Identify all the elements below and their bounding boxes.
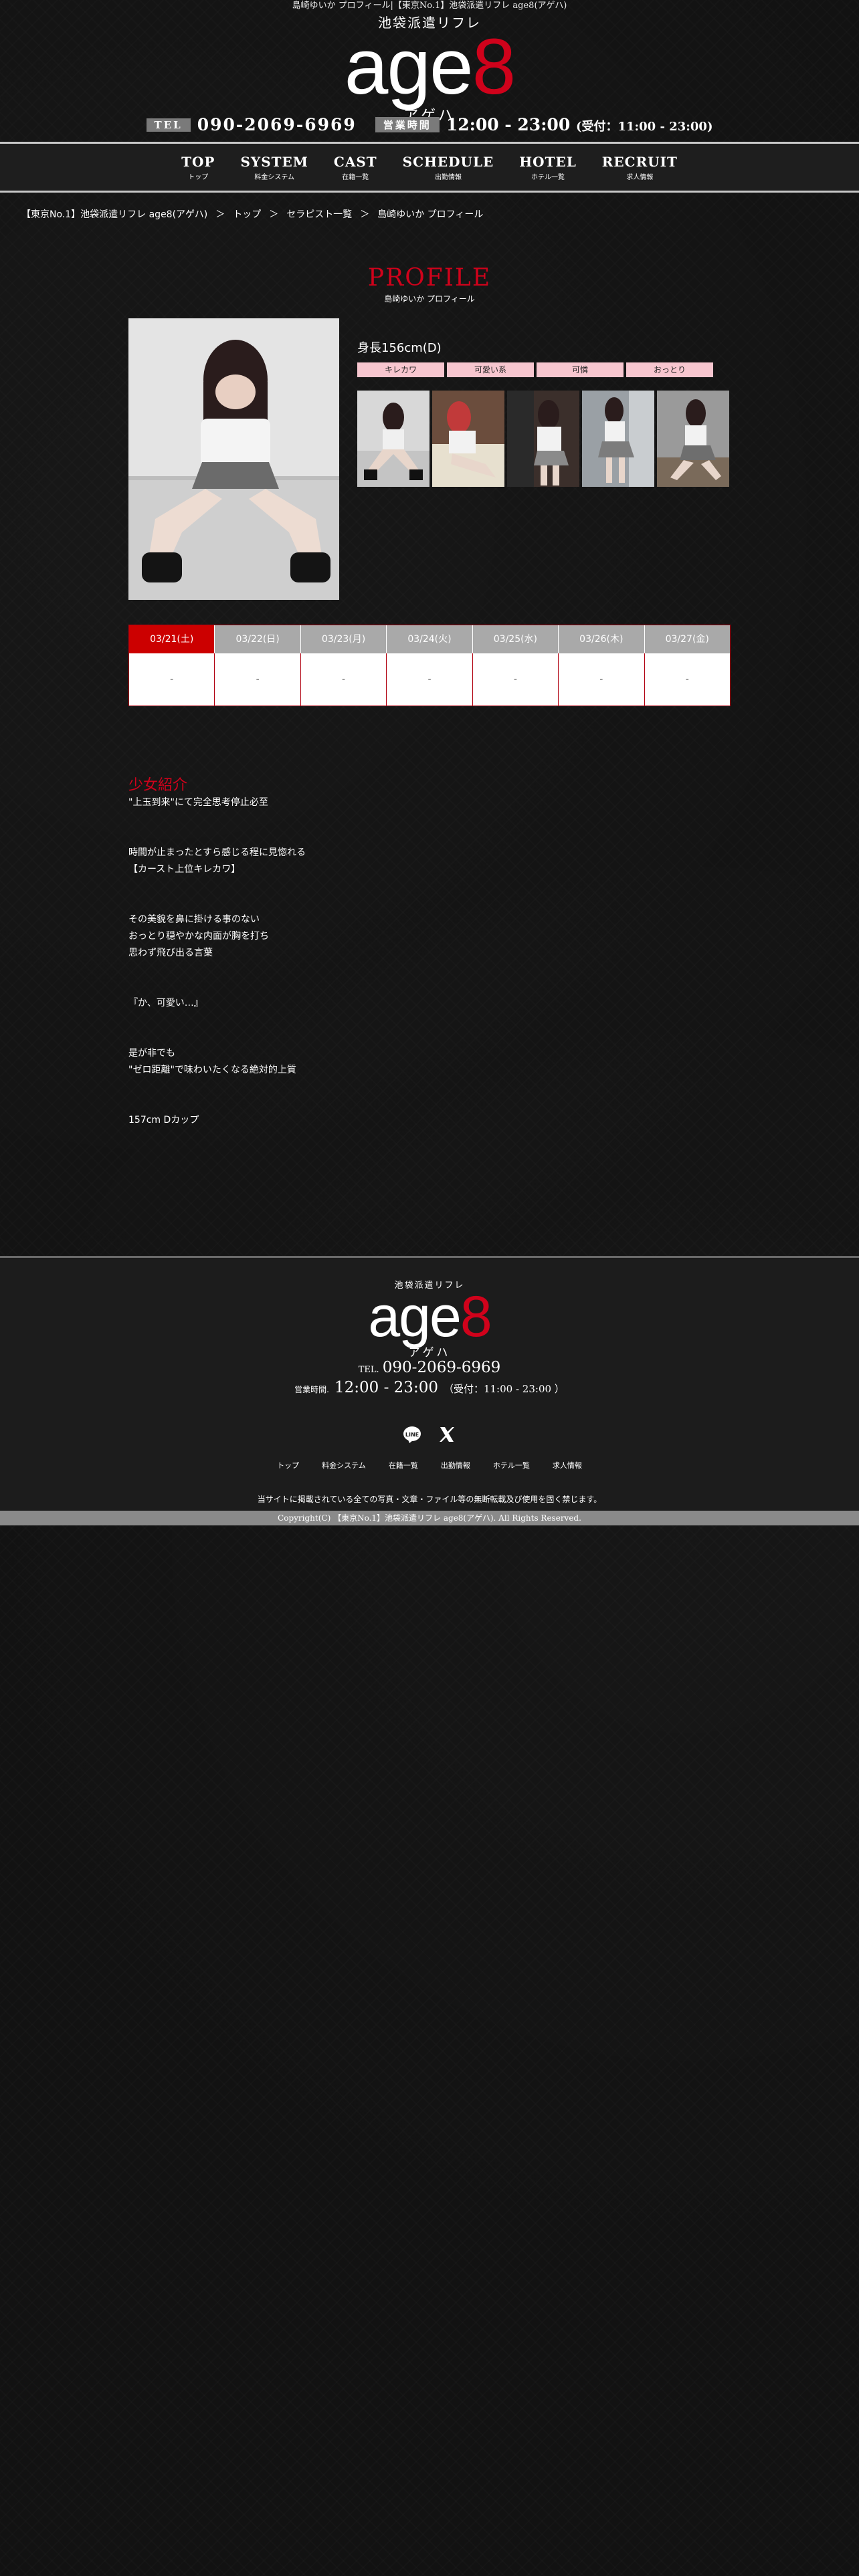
schedule-date: 03/27(金): [644, 625, 730, 653]
footer-logo[interactable]: 池袋派遣リフレ age8 アゲハ: [0, 1278, 859, 1360]
breadcrumb: 【東京No.1】池袋派遣リフレ age8(アゲハ) ＞ トップ ＞ セラピスト一覧 ＞ 島崎…: [21, 207, 483, 221]
logo-wordmark: age8: [344, 23, 516, 111]
breadcrumb-separator: ＞: [360, 209, 370, 220]
schedule-cell: -: [387, 653, 473, 706]
svg-text:LINE: LINE: [405, 1432, 419, 1438]
footer-link-recruit[interactable]: 求人情報: [553, 1460, 582, 1471]
thumbnail-1[interactable]: [357, 391, 430, 487]
site-logo[interactable]: 池袋派遣リフレ age8 アゲハ: [0, 12, 859, 125]
footer-tel-number[interactable]: 090-2069-6969: [383, 1359, 501, 1376]
footer-hours-label: 営業時間.: [294, 1385, 329, 1394]
profile-subtitle: 島崎ゆいか プロフィール: [384, 294, 475, 304]
thumbnail-3[interactable]: [507, 391, 579, 487]
seo-title: 島崎ゆいか プロフィール|【東京No.1】池袋派遣リフレ age8(アゲハ): [292, 1, 567, 11]
tel-label: TEL: [146, 118, 191, 132]
thumbnail-2[interactable]: [432, 391, 504, 487]
business-hours: 12:00 - 23:00 (受付：11:00 - 23:00): [446, 115, 713, 134]
schedule-cell: -: [559, 653, 645, 706]
intro-text: "上玉到来"にて完全思考停止必至 時間が止まったとすら感じる程に見惚れる 【カー…: [128, 794, 306, 1129]
schedule-date: 03/24(火): [387, 625, 473, 653]
schedule-cell: -: [472, 653, 559, 706]
footer-reception: （受付：11:00 - 23:00 ）: [443, 1383, 565, 1395]
intro-paragraph: 時間が止まったとすら感じる程に見惚れる 【カースト上位キレカワ】: [128, 847, 306, 875]
nav-schedule[interactable]: SCHEDULE 出勤情報: [390, 154, 507, 181]
nav-top[interactable]: TOP トップ: [169, 154, 227, 181]
breadcrumb-home[interactable]: 【東京No.1】池袋派遣リフレ age8(アゲハ): [21, 209, 207, 220]
footer-links: トップ 料金システム 在籍一覧 出勤情報 ホテル一覧 求人情報: [0, 1460, 859, 1471]
thumbnail-4[interactable]: [582, 391, 654, 487]
schedule-date: 03/26(木): [559, 625, 645, 653]
footer-hours: 営業時間. 12:00 - 23:00 （受付：11:00 - 23:00 ）: [0, 1379, 859, 1396]
sns-links: LINE: [0, 1425, 859, 1444]
breadcrumb-top[interactable]: トップ: [233, 209, 261, 220]
breadcrumb-current: 島崎ゆいか プロフィール: [377, 209, 484, 220]
breadcrumb-separator: ＞: [215, 209, 225, 220]
tag-pill: キレカワ: [357, 362, 444, 377]
main-nav: TOP トップ SYSTEM 料金システム CAST 在籍一覧 SCHEDULE 出勤情…: [0, 142, 859, 193]
copyright-bar: Copyright(C) 【東京No.1】池袋派遣リフレ age8(アゲハ). …: [0, 1511, 859, 1525]
profile-title: PROFILE: [367, 264, 492, 292]
photo-thumbnails: [357, 391, 729, 487]
intro-paragraph: その美貌を鼻に掛ける事のない おっとり穏やかな内面が胸を打ち 思わず飛び出る言葉: [128, 914, 269, 958]
x-icon[interactable]: [438, 1425, 456, 1444]
schedule-table: 03/21(土) 03/22(日) 03/23(月) 03/24(火) 03/2…: [128, 625, 731, 706]
footer-link-top[interactable]: トップ: [277, 1460, 299, 1471]
footer: 池袋派遣リフレ age8 アゲハ TEL. 090-2069-6969 営業時間…: [0, 1258, 859, 1511]
footer-tel-label: TEL.: [358, 1365, 379, 1375]
contact-row: TEL 090-2069-6969 営業時間 12:00 - 23:00 (受付：11…: [0, 115, 859, 134]
schedule-date: 03/21(土): [129, 625, 215, 653]
footer-hours-value: 12:00 - 23:00: [335, 1379, 438, 1396]
intro-paragraph: 是が非でも "ゼロ距離"で味わいたくなる絶対的上質: [128, 1048, 296, 1075]
schedule-cell: -: [300, 653, 387, 706]
footer-tel: TEL. 090-2069-6969: [0, 1359, 859, 1376]
tel-number[interactable]: 090-2069-6969: [197, 115, 357, 134]
line-icon[interactable]: LINE: [403, 1425, 421, 1444]
nav-hotel[interactable]: HOTEL ホテル一覧: [506, 154, 589, 181]
footer-link-schedule[interactable]: 出勤情報: [441, 1460, 470, 1471]
nav-recruit[interactable]: RECRUIT 求人情報: [589, 154, 690, 181]
footer-link-system[interactable]: 料金システム: [322, 1460, 366, 1471]
tag-pill: 可憐: [537, 362, 624, 377]
schedule-date: 03/25(水): [472, 625, 559, 653]
schedule-cell: -: [215, 653, 301, 706]
copyright-notice: 当サイトに掲載されている全ての写真・文章・ファイル等の無断転載及び使用を固く禁じ…: [257, 1495, 602, 1504]
breadcrumb-therapists[interactable]: セラピスト一覧: [286, 209, 352, 220]
logo-kana: アゲハ: [408, 1346, 451, 1360]
nav-cast[interactable]: CAST 在籍一覧: [321, 154, 390, 181]
tag-pill: おっとり: [626, 362, 713, 377]
schedule-date: 03/23(月): [300, 625, 387, 653]
main-profile-photo[interactable]: [128, 318, 339, 600]
intro-title: 少女紹介: [128, 777, 188, 794]
footer-link-cast[interactable]: 在籍一覧: [389, 1460, 418, 1471]
tag-pill: 可愛い系: [447, 362, 534, 377]
intro-paragraph: "上玉到来"にて完全思考停止必至: [128, 797, 268, 808]
intro-paragraph: 『か、可愛い…』: [128, 998, 203, 1008]
intro-paragraph: 157cm Dカップ: [128, 1115, 199, 1125]
schedule-cell: -: [644, 653, 730, 706]
thumbnail-5[interactable]: [657, 391, 729, 487]
profile-height: 身長156cm(D): [357, 341, 442, 355]
nav-system[interactable]: SYSTEM 料金システム: [227, 154, 320, 181]
schedule-cell: -: [129, 653, 215, 706]
profile-heading: PROFILE 島崎ゆいか プロフィール: [0, 266, 859, 304]
hours-label: 営業時間: [375, 117, 440, 132]
breadcrumb-separator: ＞: [269, 209, 279, 220]
profile-tags: キレカワ 可愛い系 可憐 おっとり: [357, 362, 713, 377]
footer-link-hotel[interactable]: ホテル一覧: [493, 1460, 530, 1471]
schedule-date: 03/22(日): [215, 625, 301, 653]
logo-wordmark: age8: [368, 1285, 492, 1349]
